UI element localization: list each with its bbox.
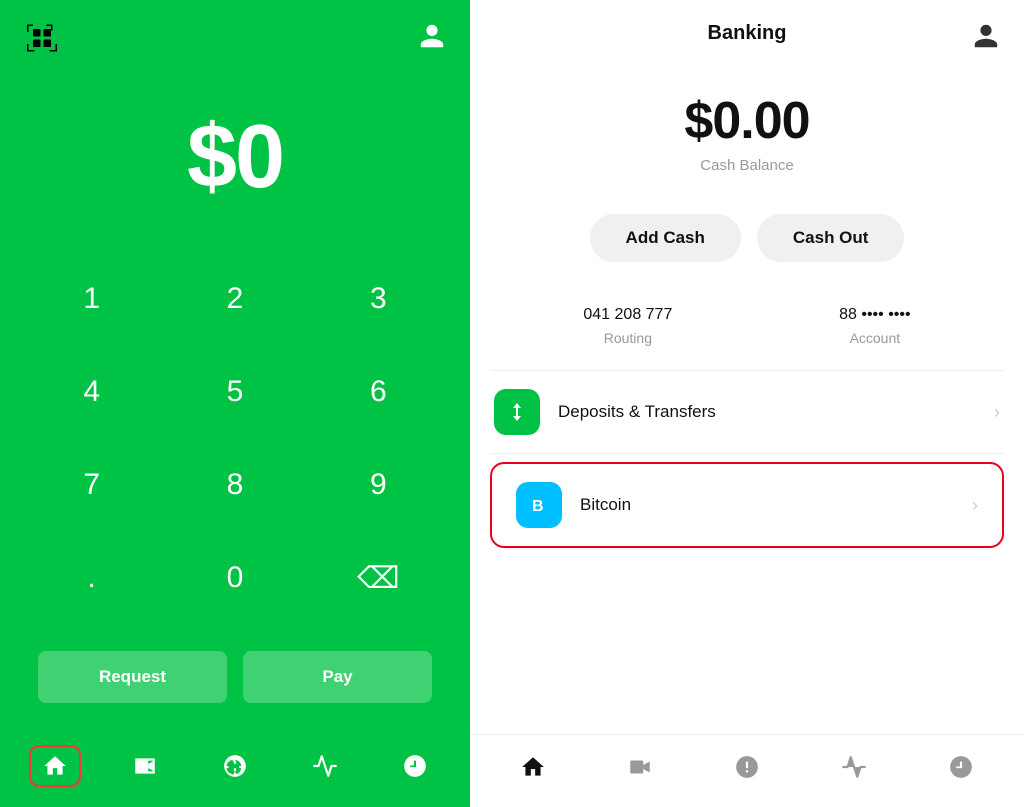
left-header (0, 0, 470, 66)
right-header: Banking (470, 0, 1024, 61)
nav-activity-left[interactable] (299, 745, 351, 787)
left-panel: $0 1 2 3 4 5 6 7 8 9 . 0 ⌫ Request Pay (0, 0, 470, 807)
balance-value: $0 (187, 106, 283, 209)
key-2[interactable]: 2 (163, 259, 306, 339)
right-panel: Banking $0.00 Cash Balance Add Cash Cash… (470, 0, 1024, 807)
deposits-transfers-item[interactable]: Deposits & Transfers › (470, 371, 1024, 453)
nav-dollar-right[interactable] (725, 747, 769, 787)
balance-display: $0 (0, 66, 470, 259)
account-info: 041 208 777 Routing 88 •••• •••• Account (470, 282, 1024, 370)
deposits-icon (494, 389, 540, 435)
pay-button[interactable]: Pay (243, 651, 432, 703)
key-3[interactable]: 3 (307, 259, 450, 339)
bottom-nav-right (470, 734, 1024, 807)
scan-icon[interactable] (24, 20, 60, 56)
nav-home-left[interactable] (29, 745, 81, 787)
nav-activity-right[interactable] (832, 747, 876, 787)
divider-mid (490, 453, 1004, 454)
key-backspace[interactable]: ⌫ (307, 538, 450, 618)
deposits-chevron: › (994, 402, 1000, 423)
key-0[interactable]: 0 (163, 538, 306, 618)
numpad: 1 2 3 4 5 6 7 8 9 . 0 ⌫ (0, 259, 470, 631)
account-label: Account (850, 330, 901, 346)
nav-video-right[interactable] (618, 747, 662, 787)
bottom-actions: Request Pay (0, 631, 470, 733)
nav-video-left[interactable] (119, 745, 171, 787)
right-balance-section: $0.00 Cash Balance (470, 61, 1024, 194)
nav-dollar-left[interactable] (209, 745, 261, 787)
bitcoin-icon: B (516, 482, 562, 528)
bitcoin-label: Bitcoin (580, 495, 972, 515)
profile-icon-right[interactable] (972, 22, 1000, 55)
deposits-label: Deposits & Transfers (558, 402, 994, 422)
nav-clock-left[interactable] (389, 745, 441, 787)
nav-clock-right[interactable] (939, 747, 983, 787)
routing-label: Routing (604, 330, 652, 346)
svg-text:B: B (532, 498, 544, 515)
bottom-nav-left (0, 733, 470, 807)
key-6[interactable]: 6 (307, 352, 450, 432)
banking-buttons: Add Cash Cash Out (470, 194, 1024, 282)
request-button[interactable]: Request (38, 651, 227, 703)
routing-value: 041 208 777 (583, 306, 672, 324)
right-balance-value: $0.00 (684, 91, 809, 151)
profile-icon-left[interactable] (418, 22, 446, 55)
routing-info: 041 208 777 Routing (583, 306, 672, 346)
key-5[interactable]: 5 (163, 352, 306, 432)
account-value: 88 •••• •••• (839, 306, 911, 324)
key-8[interactable]: 8 (163, 445, 306, 525)
cash-out-button[interactable]: Cash Out (757, 214, 905, 262)
account-number-info: 88 •••• •••• Account (839, 306, 911, 346)
key-9[interactable]: 9 (307, 445, 450, 525)
nav-home-right[interactable] (511, 747, 555, 787)
add-cash-button[interactable]: Add Cash (590, 214, 741, 262)
key-1[interactable]: 1 (20, 259, 163, 339)
key-dot[interactable]: . (20, 538, 163, 618)
key-7[interactable]: 7 (20, 445, 163, 525)
banking-title: Banking (708, 22, 787, 45)
bitcoin-item[interactable]: B Bitcoin › (490, 462, 1004, 548)
bitcoin-chevron: › (972, 495, 978, 516)
cash-balance-label: Cash Balance (700, 157, 793, 174)
key-4[interactable]: 4 (20, 352, 163, 432)
